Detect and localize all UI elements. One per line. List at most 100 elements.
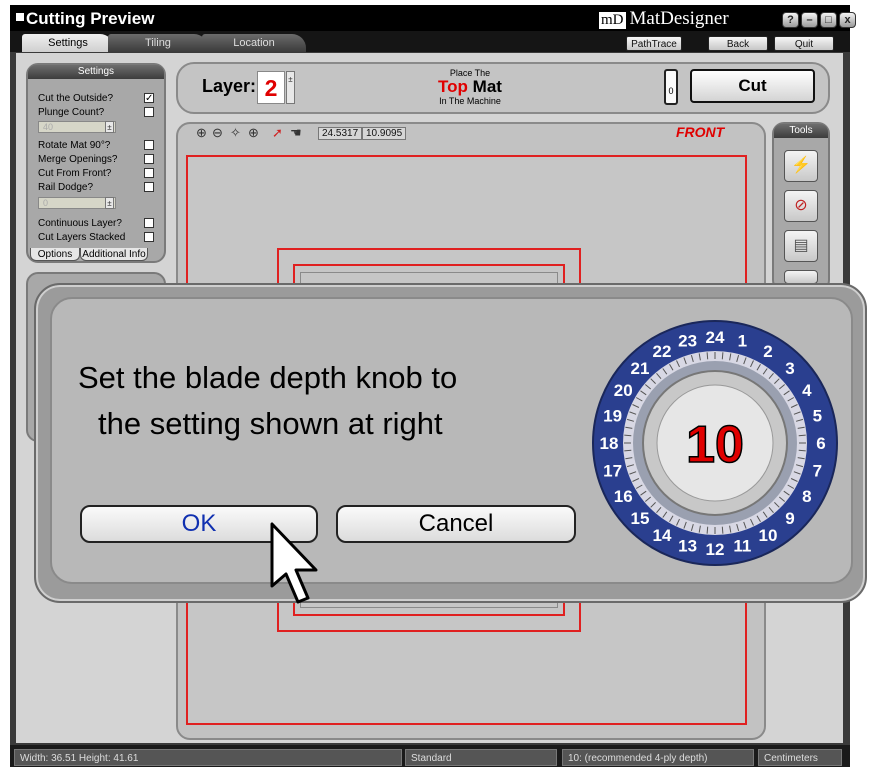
setting-label-merge: Merge Openings? [38, 154, 118, 165]
checkbox-cut-front[interactable] [144, 168, 154, 178]
dial-number: 5 [813, 407, 822, 426]
status-units: Centimeters [758, 749, 842, 766]
dial-tick [798, 434, 806, 437]
dial-number: 9 [785, 509, 794, 528]
dial-tick [706, 352, 709, 360]
cut-button[interactable]: Cut [690, 69, 815, 103]
subtab-options[interactable]: Options [30, 248, 80, 261]
checkbox-cut-outside[interactable]: ✓ [144, 93, 154, 104]
zoom-fit-icon[interactable]: ✧ [230, 125, 241, 141]
dial-number: 17 [603, 461, 622, 480]
dial-tick [624, 434, 632, 437]
tab-tiling[interactable]: Tiling [108, 34, 208, 52]
lightning-tool-icon[interactable]: ⚡ [784, 150, 818, 182]
dial-tick [624, 449, 632, 452]
dial-tick [721, 352, 724, 360]
zoom-in-icon[interactable]: ⊕ [196, 125, 207, 141]
checkbox-continuous[interactable] [144, 218, 154, 228]
dial-number: 19 [603, 407, 622, 426]
dial-number: 23 [678, 332, 697, 351]
pan-tool-icon[interactable]: ➚ [272, 125, 283, 141]
setting-label-rail-dodge: Rail Dodge? [38, 182, 94, 193]
minimize-button[interactable]: – [801, 12, 818, 28]
dial-number: 22 [653, 342, 672, 361]
checkbox-rail-dodge[interactable] [144, 182, 154, 192]
dial-number: 7 [813, 461, 822, 480]
blade-depth-dial: 24 1234567891011121314151617181920212223 … [592, 320, 838, 566]
select-tool-icon[interactable]: ☚ [290, 125, 302, 141]
setting-label-plunge-count: Plunge Count? [38, 107, 105, 118]
pathtrace-button[interactable]: PathTrace [626, 36, 682, 51]
dial-number: 3 [785, 359, 794, 378]
dialog-message-line1: Set the blade depth knob to [78, 360, 458, 395]
dial-number: 6 [816, 434, 825, 453]
cancel-button[interactable]: Cancel [336, 505, 576, 543]
sheet-tool-icon[interactable]: ▤ [784, 230, 818, 262]
dial-number: 13 [678, 536, 697, 555]
checkbox-stacked[interactable] [144, 232, 154, 242]
close-button[interactable]: x [839, 12, 856, 28]
front-label: FRONT [676, 124, 725, 140]
dial-number: 11 [733, 536, 751, 555]
back-button[interactable]: Back [708, 36, 768, 51]
status-depth: 10: (recommended 4-ply depth) [562, 749, 754, 766]
mouse-pointer-icon [270, 522, 318, 604]
blade-icon[interactable]: 0 [664, 69, 678, 105]
coord-y: 10.9095 [362, 127, 407, 140]
title-bar: Cutting Preview mD MatDesigner ? – □ x [10, 5, 856, 31]
instruction-word: Mat [472, 77, 502, 96]
dial-number: 16 [614, 487, 633, 506]
status-size: Width: 36.51 Height: 41.61 [14, 749, 402, 766]
tools-panel-title: Tools [774, 124, 828, 138]
dial-number: 15 [631, 509, 650, 528]
instruction-emph: Top [438, 77, 468, 96]
dial-number: 8 [802, 487, 811, 506]
dial-number: 4 [802, 381, 812, 400]
setting-label-continuous: Continuous Layer? [38, 218, 122, 229]
status-mode: Standard [405, 749, 557, 766]
brand-name: MatDesigner [629, 8, 729, 29]
instruction-line2: Top Mat [420, 77, 520, 97]
dial-tick [721, 526, 724, 534]
settings-panel-title: Settings [28, 65, 164, 79]
checkbox-rotate[interactable] [144, 140, 154, 150]
tab-settings[interactable]: Settings [22, 34, 114, 52]
subtab-additional-info[interactable]: Additional Info [80, 248, 148, 261]
layer-value[interactable]: 2 [257, 71, 285, 104]
maximize-button[interactable]: □ [820, 12, 837, 28]
dial-number: 14 [653, 526, 672, 545]
app-brand: mD MatDesigner [598, 8, 729, 30]
tab-location[interactable]: Location [202, 34, 306, 52]
extra-tool-icon[interactable] [784, 270, 818, 284]
dial-number: 20 [614, 381, 633, 400]
dial-tick [798, 449, 806, 452]
dial-number: 12 [706, 540, 725, 559]
instruction-line3: In The Machine [439, 96, 501, 106]
window-title: Cutting Preview [26, 9, 155, 28]
checkbox-plunge-count[interactable] [144, 107, 154, 117]
cancel-tool-icon[interactable]: ⊘ [784, 190, 818, 222]
dial-number: 21 [631, 359, 650, 378]
window-menu-icon[interactable] [16, 13, 24, 21]
dial-number: 2 [763, 342, 772, 361]
setting-label-stacked: Cut Layers Stacked [38, 232, 126, 243]
dial-number: 10 [759, 526, 778, 545]
dial-number: 24 [706, 328, 725, 347]
plunge-count-spinner[interactable]: ± [105, 121, 114, 133]
setting-label-cut-front: Cut From Front? [38, 168, 112, 179]
dial-number: 18 [600, 434, 619, 453]
dial-tick [706, 526, 709, 534]
dial-value: 10 [686, 416, 744, 474]
help-button[interactable]: ? [782, 12, 799, 28]
dial-number: 1 [738, 332, 747, 351]
zoom-window-icon[interactable]: ⊕ [248, 125, 259, 141]
zoom-out-icon[interactable]: ⊖ [212, 125, 223, 141]
layer-spinner[interactable]: ± [286, 71, 295, 104]
setting-label-rotate: Rotate Mat 90°? [38, 140, 111, 151]
rail-dodge-spinner[interactable]: ± [105, 197, 114, 209]
quit-button[interactable]: Quit [774, 36, 834, 51]
brand-logo: mD [598, 11, 627, 30]
checkbox-merge[interactable] [144, 154, 154, 164]
setting-label-cut-outside: Cut the Outside? [38, 93, 114, 104]
layer-label: Layer: [202, 76, 257, 96]
